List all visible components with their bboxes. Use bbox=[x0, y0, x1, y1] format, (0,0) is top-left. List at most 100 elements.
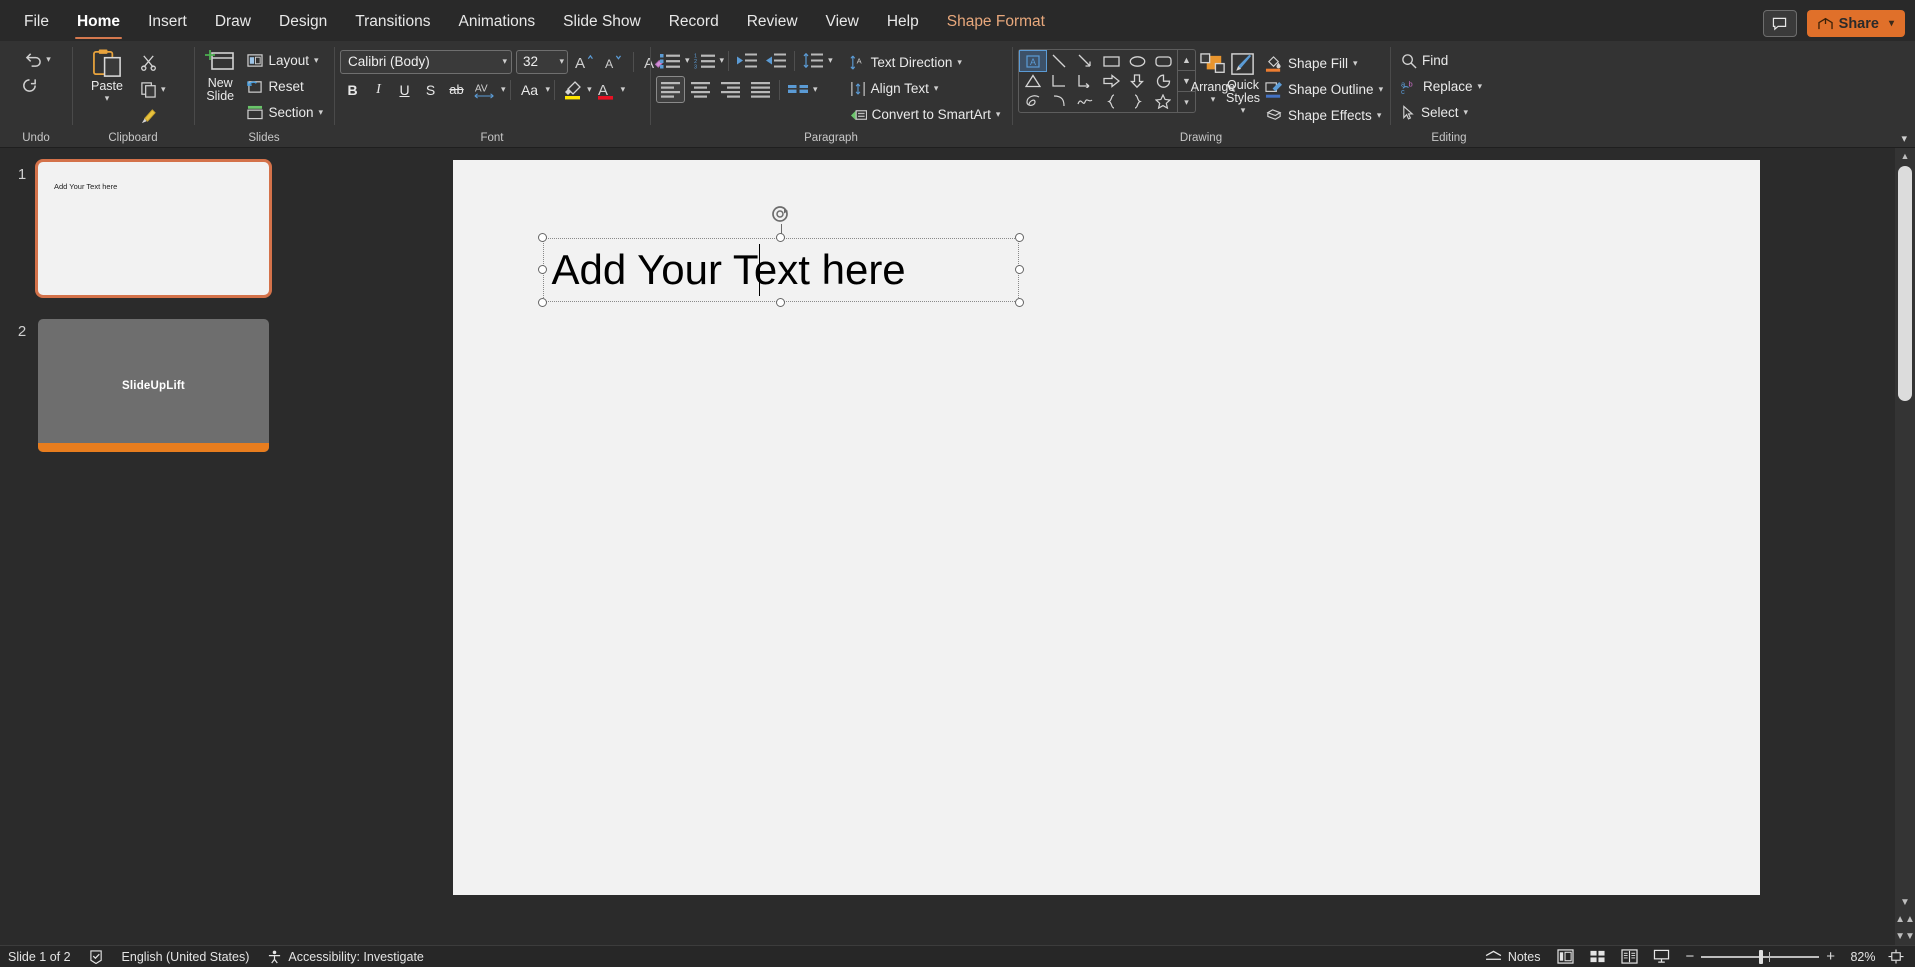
tab-review[interactable]: Review bbox=[733, 3, 812, 41]
shape-block-arrow[interactable] bbox=[1098, 71, 1124, 91]
shape-right-brace[interactable] bbox=[1124, 91, 1150, 111]
shape-arrow[interactable] bbox=[1072, 51, 1098, 71]
resize-handle-top-left[interactable] bbox=[538, 233, 547, 242]
font-name-combobox[interactable]: Calibri (Body) ▾ bbox=[340, 50, 512, 74]
slide-sorter-view-button[interactable] bbox=[1581, 947, 1613, 967]
font-name-chevron-down-icon[interactable]: ▾ bbox=[502, 56, 507, 67]
shape-outline-button[interactable]: Shape Outline ▾ bbox=[1260, 77, 1388, 102]
tab-view[interactable]: View bbox=[812, 3, 873, 41]
quick-styles-button[interactable]: Quick Styles ▾ bbox=[1230, 49, 1256, 119]
textbox-text[interactable]: Add Your Text here bbox=[552, 249, 906, 291]
paste-chevron-down-icon[interactable]: ▾ bbox=[105, 93, 110, 104]
tab-help[interactable]: Help bbox=[873, 3, 933, 41]
arrange-button[interactable]: Arrange ▾ bbox=[1200, 49, 1226, 108]
text-direction-chevron-down-icon[interactable]: ▾ bbox=[957, 57, 962, 68]
replace-chevron-down-icon[interactable]: ▾ bbox=[1478, 81, 1483, 92]
line-spacing-chevron-down-icon[interactable]: ▾ bbox=[828, 55, 833, 66]
reading-view-button[interactable] bbox=[1613, 947, 1645, 967]
shape-effects-button[interactable]: Shape Effects ▾ bbox=[1260, 103, 1388, 128]
font-size-chevron-down-icon[interactable]: ▾ bbox=[559, 56, 564, 67]
numbering-chevron-down-icon[interactable]: ▾ bbox=[720, 55, 725, 66]
shape-elbow-arrow[interactable] bbox=[1072, 71, 1098, 91]
shape-textbox[interactable]: A bbox=[1020, 51, 1046, 71]
line-spacing-button[interactable] bbox=[799, 48, 827, 73]
font-color-chevron-down-icon[interactable]: ▾ bbox=[621, 84, 626, 95]
shape-elbow-connector[interactable] bbox=[1046, 71, 1072, 91]
zoom-slider-knob[interactable] bbox=[1759, 950, 1763, 964]
slide-thumbnail-1[interactable]: Add Your Text here bbox=[38, 162, 269, 295]
align-text-chevron-down-icon[interactable]: ▾ bbox=[934, 83, 939, 94]
shape-fill-chevron-down-icon[interactable]: ▾ bbox=[1353, 58, 1358, 69]
scroll-up-icon[interactable]: ▲ bbox=[1901, 148, 1910, 164]
shape-outline-chevron-down-icon[interactable]: ▾ bbox=[1379, 84, 1384, 95]
zoom-level-label[interactable]: 82% bbox=[1843, 950, 1883, 964]
strikethrough-button[interactable]: ab bbox=[444, 77, 469, 102]
bold-button[interactable]: B bbox=[340, 77, 365, 102]
shapes-gallery-more-icon[interactable]: ▾ bbox=[1178, 91, 1195, 112]
select-chevron-down-icon[interactable]: ▾ bbox=[1464, 107, 1469, 118]
zoom-control[interactable]: − + bbox=[1677, 949, 1843, 964]
resize-handle-top-right[interactable] bbox=[1015, 233, 1024, 242]
spellcheck-button[interactable] bbox=[80, 947, 113, 967]
convert-to-smartart-button[interactable]: Convert to SmartArt ▾ bbox=[845, 102, 1006, 127]
bullets-chevron-down-icon[interactable]: ▾ bbox=[685, 55, 690, 66]
align-left-button[interactable] bbox=[656, 76, 685, 103]
slide-show-view-button[interactable] bbox=[1645, 947, 1677, 967]
underline-button[interactable]: U bbox=[392, 77, 417, 102]
slide-thumbnail-pane[interactable]: 1 Add Your Text here 2 SlideUpLift bbox=[0, 148, 297, 945]
zoom-in-button[interactable]: + bbox=[1826, 949, 1835, 964]
character-spacing-chevron-down-icon[interactable]: ▾ bbox=[501, 84, 506, 95]
thumbnail-row-1[interactable]: 1 Add Your Text here bbox=[0, 162, 297, 295]
change-case-button[interactable]: Aa bbox=[515, 77, 545, 102]
share-chevron-down-icon[interactable]: ▾ bbox=[1889, 18, 1894, 29]
font-color-button[interactable]: A bbox=[593, 77, 620, 102]
copy-button[interactable] bbox=[136, 77, 161, 102]
text-shadow-button[interactable]: S bbox=[418, 77, 443, 102]
resize-handle-top-center[interactable] bbox=[776, 233, 785, 242]
reset-button[interactable]: Reset bbox=[242, 74, 328, 99]
numbering-button[interactable]: 1 2 3 bbox=[691, 48, 719, 73]
resize-handle-middle-left[interactable] bbox=[538, 265, 547, 274]
italic-button[interactable]: I bbox=[366, 77, 391, 102]
language-button[interactable]: English (United States) bbox=[113, 947, 259, 967]
share-button[interactable]: Share ▾ bbox=[1807, 10, 1905, 37]
shape-rectangle[interactable] bbox=[1098, 51, 1124, 71]
align-center-button[interactable] bbox=[686, 77, 715, 102]
tab-draw[interactable]: Draw bbox=[201, 3, 265, 41]
find-button[interactable]: Find bbox=[1396, 48, 1453, 73]
selected-textbox[interactable]: Add Your Text here bbox=[543, 238, 1019, 302]
paste-button[interactable]: Paste ▾ bbox=[78, 45, 136, 107]
cut-button[interactable] bbox=[136, 50, 161, 75]
shapes-scroll-up-icon[interactable]: ▲ bbox=[1178, 50, 1195, 70]
font-size-combobox[interactable]: 32 ▾ bbox=[516, 50, 568, 74]
slide-canvas-area[interactable]: Add Your Text here bbox=[297, 148, 1915, 945]
notes-button[interactable]: Notes bbox=[1476, 947, 1550, 967]
text-highlight-color-button[interactable] bbox=[559, 77, 586, 102]
previous-slide-icon[interactable]: ▲▲ bbox=[1895, 911, 1915, 928]
copy-chevron-down-icon[interactable]: ▾ bbox=[161, 84, 166, 95]
shape-rounded-rect[interactable] bbox=[1150, 51, 1176, 71]
text-direction-button[interactable]: A Text Direction ▾ bbox=[845, 50, 1006, 75]
zoom-out-button[interactable]: − bbox=[1685, 949, 1694, 964]
tab-slide-show[interactable]: Slide Show bbox=[549, 3, 655, 41]
select-button[interactable]: Select ▾ bbox=[1396, 100, 1473, 125]
tab-file[interactable]: File bbox=[10, 3, 63, 41]
shape-scribble[interactable] bbox=[1020, 91, 1046, 111]
replace-button[interactable]: a b c Replace ▾ bbox=[1396, 74, 1487, 99]
shape-down-arrow[interactable] bbox=[1124, 71, 1150, 91]
decrease-indent-button[interactable] bbox=[733, 48, 761, 73]
tab-shape-format[interactable]: Shape Format bbox=[933, 3, 1059, 41]
decrease-font-size-button[interactable]: A bbox=[601, 49, 626, 74]
justify-button[interactable] bbox=[746, 77, 775, 102]
columns-chevron-down-icon[interactable]: ▾ bbox=[813, 84, 818, 95]
tab-home[interactable]: Home bbox=[63, 3, 134, 41]
shape-star[interactable] bbox=[1150, 91, 1176, 111]
collapse-ribbon-button[interactable]: ▾ bbox=[1901, 132, 1907, 145]
shapes-gallery[interactable]: A bbox=[1018, 49, 1196, 113]
align-right-button[interactable] bbox=[716, 77, 745, 102]
change-case-chevron-down-icon[interactable]: ▾ bbox=[546, 84, 551, 95]
accessibility-button[interactable]: Accessibility: Investigate bbox=[258, 947, 432, 967]
comments-button[interactable] bbox=[1763, 10, 1797, 37]
redo-button[interactable] bbox=[17, 73, 42, 98]
canvas-vertical-scrollbar[interactable]: ▲ ▼ ▲▲ ▼▼ bbox=[1895, 148, 1915, 945]
